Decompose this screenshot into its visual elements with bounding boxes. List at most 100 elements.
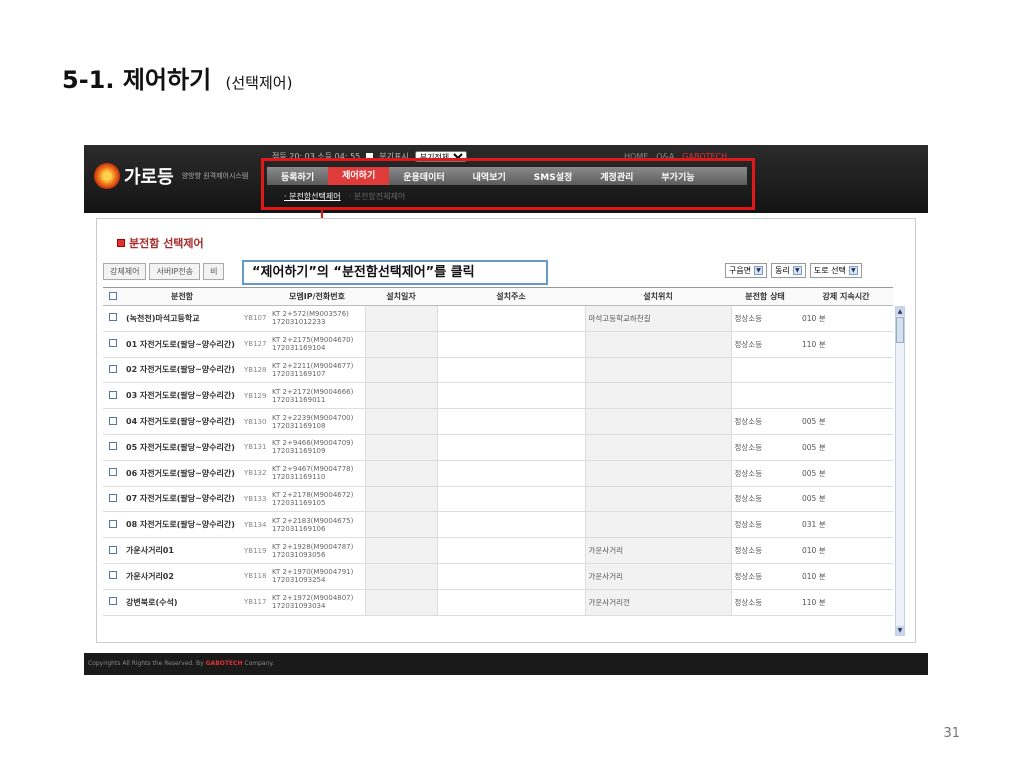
row-phone: 172031093254 <box>272 576 326 585</box>
scroll-up-icon[interactable]: ▲ <box>896 307 904 316</box>
row-checkbox[interactable] <box>109 416 117 425</box>
row-install-location <box>584 434 732 461</box>
row-install-location <box>584 382 732 410</box>
third-tool-button[interactable]: 비 <box>203 263 225 280</box>
table-body: (녹천천)마석고등학교 YB107 KT 2+572(M9003576) 172031… <box>103 305 893 616</box>
row-id: YB132 <box>241 460 269 487</box>
row-checkbox[interactable] <box>109 442 117 451</box>
table-row[interactable]: 강변북로(수석) YB117 KT 2+1972(M9004807) 17203109… <box>103 589 893 616</box>
row-checkbox-cell <box>103 408 123 435</box>
row-install-date <box>364 382 438 410</box>
row-checkbox[interactable] <box>109 493 117 502</box>
row-install-address <box>437 305 585 332</box>
village-filter[interactable]: 동리 ▼ <box>771 263 806 278</box>
row-install-location: 마석고등학교하천길 <box>584 305 732 332</box>
row-install-location <box>584 408 732 435</box>
row-checkbox-cell <box>103 563 123 590</box>
table-row[interactable]: 06 자전거도로(팔당~양수리간) YB132 KT 2+9467(M9004778… <box>103 460 893 487</box>
row-name: 08 자전거도로(팔당~양수리간) <box>123 511 241 539</box>
row-install-location: 가운사거리 <box>584 537 732 564</box>
col-install-date: 설치일자 <box>365 287 437 306</box>
table-row[interactable]: 가운사거리02 YB118 KT 2+1970(M9004791) 172031093… <box>103 563 893 590</box>
table-row[interactable]: 07 자전거도로(팔당~양수리간) YB133 KT 2+2178(M9004672… <box>103 486 893 513</box>
row-phone: 172031169110 <box>272 473 326 482</box>
row-id: YB133 <box>241 486 269 513</box>
row-status: 정상소등 <box>731 563 799 590</box>
row-name: 강변북로(수석) <box>123 589 241 616</box>
select-all-checkbox[interactable] <box>109 291 117 300</box>
table-scrollbar[interactable]: ▲ ▼ <box>895 306 905 636</box>
row-modem: KT 2+2172(M9004666) 172031169011 <box>269 382 365 410</box>
road-filter[interactable]: 도로 선택 ▼ <box>809 263 862 278</box>
row-name: 03 자전거도로(팔당~양수리간) <box>123 382 241 410</box>
row-checkbox[interactable] <box>109 597 117 606</box>
table-row[interactable]: 01 자전거도로(팔당~양수리간) YB127 KT 2+2175(M9004670… <box>103 331 893 358</box>
row-install-date <box>364 305 438 332</box>
app-logo[interactable]: 가로등 양방향 원격제어시스템 <box>94 163 248 189</box>
row-name: 01 자전거도로(팔당~양수리간) <box>123 331 241 358</box>
row-modem: KT 2+1928(M9004787) 172031093056 <box>269 537 365 564</box>
row-status: 정상소등 <box>731 486 799 513</box>
table-row[interactable]: 02 자전거도로(팔당~양수리간) YB128 KT 2+2211(M9004677… <box>103 357 893 384</box>
scroll-down-icon[interactable]: ▼ <box>896 626 904 635</box>
row-id: YB128 <box>241 357 269 384</box>
row-id: YB107 <box>241 305 269 332</box>
row-checkbox[interactable] <box>109 545 117 554</box>
table-row[interactable]: 05 자전거도로(팔당~양수리간) YB131 KT 2+9466(M9004709… <box>103 434 893 461</box>
distribution-box-table: 분전함 모뎀IP/전화번호 설치일자 설치주소 설치위치 분전함 상태 강제 지… <box>103 287 893 616</box>
row-id: YB129 <box>241 382 269 410</box>
row-modem-ip: KT 2+2175(M9004670) <box>272 336 354 345</box>
scroll-thumb[interactable] <box>896 317 904 343</box>
row-name: 가운사거리02 <box>123 563 241 590</box>
panel-title-text: 분전함 선택제어 <box>129 237 204 250</box>
row-status: 정상소등 <box>731 408 799 435</box>
row-checkbox[interactable] <box>109 571 117 580</box>
row-modem-ip: KT 2+2178(M9004672) <box>272 490 354 499</box>
row-install-date <box>364 460 438 487</box>
row-checkbox[interactable] <box>109 313 117 322</box>
col-install-location: 설치위치 <box>585 287 731 306</box>
table-row[interactable]: 03 자전거도로(팔당~양수리간) YB129 KT 2+2172(M9004666… <box>103 382 893 410</box>
row-checkbox-cell <box>103 486 123 513</box>
row-modem: KT 2+1970(M9004791) 172031093254 <box>269 563 365 590</box>
row-name: 07 자전거도로(팔당~양수리간) <box>123 486 241 513</box>
village-filter-value: 동리 <box>775 266 790 275</box>
row-modem-ip: KT 2+2211(M9004677) <box>272 361 354 370</box>
row-status: 정상소등 <box>731 434 799 461</box>
table-row[interactable]: (녹천천)마석고등학교 YB107 KT 2+572(M9003576) 172031… <box>103 305 893 332</box>
row-name: 06 자전거도로(팔당~양수리간) <box>123 460 241 487</box>
row-install-address <box>437 434 585 461</box>
panel-title: 분전함 선택제어 <box>117 235 204 251</box>
row-install-date <box>364 357 438 384</box>
region-filters: 구읍면 ▼ 동리 ▼ 도로 선택 ▼ <box>725 263 862 278</box>
page-number: 31 <box>943 726 960 741</box>
row-id: YB131 <box>241 434 269 461</box>
table-row[interactable]: 04 자전거도로(팔당~양수리간) YB130 KT 2+2239(M9004700… <box>103 408 893 435</box>
row-checkbox[interactable] <box>109 390 117 399</box>
row-checkbox[interactable] <box>109 364 117 373</box>
row-status: 정상소등 <box>731 511 799 539</box>
row-status: 정상소등 <box>731 331 799 358</box>
server-ip-send-button[interactable]: 서버IP전송 <box>149 263 201 280</box>
table-row[interactable]: 08 자전거도로(팔당~양수리간) YB134 KT 2+2183(M9004675… <box>103 511 893 539</box>
row-modem: KT 2+9466(M9004709) 172031169109 <box>269 434 365 461</box>
footer-text: Copyrights All Rights the Reserved. By <box>88 660 204 667</box>
row-checkbox[interactable] <box>109 519 117 528</box>
row-install-address <box>437 460 585 487</box>
row-checkbox[interactable] <box>109 339 117 348</box>
table-row[interactable]: 가운사거리01 YB119 KT 2+1928(M9004787) 172031093… <box>103 537 893 564</box>
row-phone: 172031169106 <box>272 524 326 533</box>
row-checkbox[interactable] <box>109 468 117 477</box>
row-duration: 110 분 <box>799 589 893 616</box>
row-install-location: 가운사거리전 <box>584 589 732 616</box>
col-modem: 모뎀IP/전화번호 <box>269 287 365 306</box>
toolbar: 강제제어 서버IP전송 비 <box>103 263 225 280</box>
logo-subtext: 양방향 원격제어시스템 <box>181 172 249 180</box>
row-modem-ip: KT 2+1970(M9004791) <box>272 568 354 577</box>
lamp-logo-icon <box>94 163 120 189</box>
force-control-button[interactable]: 강제제어 <box>103 263 147 280</box>
row-name: 04 자전거도로(팔당~양수리간) <box>123 408 241 435</box>
slide-title-text: 5-1. 제어하기 <box>62 66 212 94</box>
district-filter[interactable]: 구읍면 ▼ <box>725 263 768 278</box>
slide-title: 5-1. 제어하기 (선택제어) <box>62 60 292 95</box>
